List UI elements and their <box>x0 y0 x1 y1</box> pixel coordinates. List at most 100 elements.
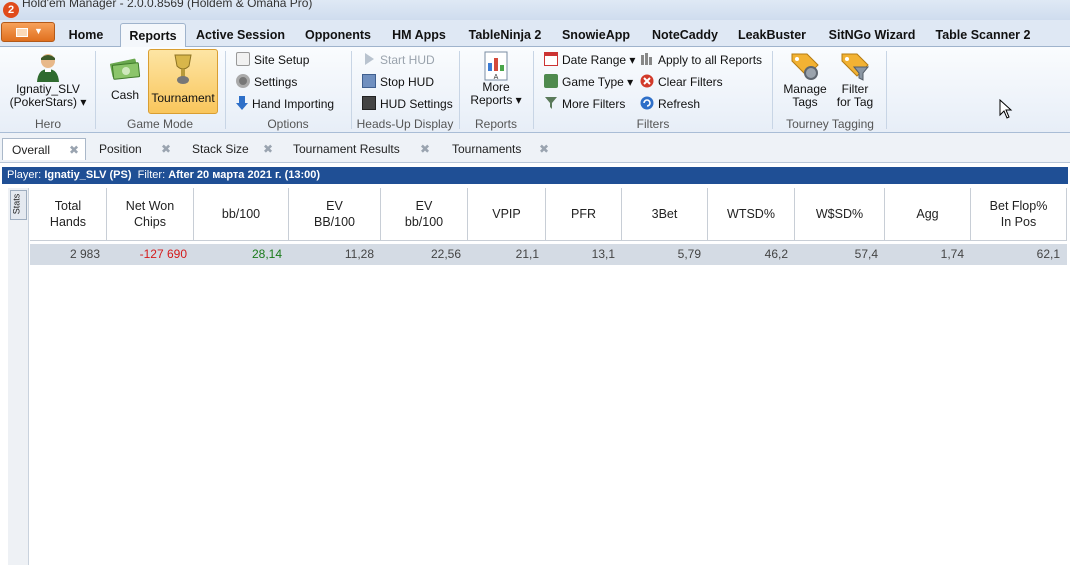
report-tab-tournament-results[interactable]: Tournament Results ✖ <box>284 138 440 160</box>
group-label-reports: Reports <box>474 117 518 131</box>
site-setup-button[interactable]: Site Setup <box>236 51 309 69</box>
player-filter-bar: Player: Ignatiy_SLV (PS) Filter: After 2… <box>2 167 1068 184</box>
filter-for-tag-button[interactable]: Filter for Tag <box>833 51 877 113</box>
column-header-net-won[interactable]: Net Won Chips <box>107 188 194 241</box>
download-arrow-icon <box>236 96 248 110</box>
apply-all-icon <box>640 52 654 66</box>
app-logo-icon: 2 <box>3 2 19 18</box>
group-label-hero: Hero <box>34 117 61 131</box>
settings-button[interactable]: Settings <box>236 73 297 91</box>
table-cell: 62,1 <box>1036 247 1060 261</box>
date-range-button[interactable]: Date Range ▾ <box>544 51 635 69</box>
column-header-wsd[interactable]: W$SD% <box>795 188 885 241</box>
tab-table-scanner[interactable]: Table Scanner 2 <box>934 23 1032 47</box>
tab-notecaddy[interactable]: NoteCaddy <box>648 23 722 47</box>
manage-tags-button[interactable]: Manage Tags <box>779 51 831 113</box>
table-cell: 1,74 <box>940 247 964 261</box>
tab-tableninja[interactable]: TableNinja 2 <box>466 23 544 47</box>
stats-side-tab[interactable]: Stats <box>10 190 27 220</box>
player-avatar-icon <box>37 54 59 82</box>
game-type-button[interactable]: Game Type ▾ <box>544 73 633 91</box>
tag-filter-icon <box>841 53 870 81</box>
window-title: Hold'em Manager - 2.0.0.8569 (Holdem & O… <box>22 0 313 10</box>
cash-button[interactable]: Cash <box>104 51 146 111</box>
apply-all-reports-button[interactable]: Apply to all Reports <box>640 51 762 69</box>
ribbon-tab-bar: ▼ Home Reports Active Session Opponents … <box>0 20 1070 48</box>
play-icon <box>362 52 376 66</box>
cash-icon <box>110 58 141 80</box>
tab-reports[interactable]: Reports <box>120 23 186 48</box>
more-filters-button[interactable]: More Filters <box>544 95 625 113</box>
clear-icon <box>640 74 654 88</box>
hero-site: (PokerStars) ▾ <box>9 95 87 109</box>
tab-leakbuster[interactable]: LeakBuster <box>736 23 808 47</box>
column-header-ev-bb100-small[interactable]: EV bb/100 <box>381 188 468 241</box>
hero-selector-button[interactable]: Ignatiy_SLV (PokerStars) ▾ <box>8 51 88 113</box>
report-tab-tournaments[interactable]: Tournaments ✖ <box>443 138 563 160</box>
column-header-pfr[interactable]: PFR <box>546 188 622 241</box>
column-header-ev-bb100[interactable]: EV BB/100 <box>289 188 381 241</box>
more-reports-button[interactable]: A More Reports ▾ <box>466 51 526 113</box>
table-cell: 28,14 <box>251 247 282 261</box>
table-cell: 57,4 <box>854 247 878 261</box>
column-header-wtsd[interactable]: WTSD% <box>708 188 795 241</box>
group-label-tagging: Tourney Tagging <box>786 117 874 131</box>
hand-importing-button[interactable]: Hand Importing <box>236 95 334 113</box>
stop-hud-button[interactable]: Stop HUD <box>362 73 434 91</box>
hud-settings-button[interactable]: HUD Settings <box>362 95 453 113</box>
separator <box>533 51 534 129</box>
side-panel: Stats <box>8 188 29 565</box>
tab-sitngo-wizard[interactable]: SitNGo Wizard <box>824 23 920 47</box>
report-document-icon: A <box>484 51 508 81</box>
table-cell: 5,79 <box>677 247 701 261</box>
window-icon <box>16 28 28 37</box>
chevron-down-icon: ▼ <box>34 26 43 36</box>
tag-gear-icon <box>791 53 819 80</box>
table-cell: 13,1 <box>591 247 615 261</box>
separator <box>772 51 773 129</box>
tab-snowieapp[interactable]: SnowieApp <box>558 23 634 47</box>
group-label-options: Options <box>267 117 309 131</box>
column-header-total-hands[interactable]: Total Hands <box>30 188 107 241</box>
separator <box>351 51 352 129</box>
table-cell: 2 983 <box>69 247 100 261</box>
manage-tags-label-2: Tags <box>792 95 818 109</box>
table-cell: -127 690 <box>139 247 187 261</box>
tournament-button[interactable]: Tournament <box>148 49 218 114</box>
calendar-icon <box>544 52 558 66</box>
gear-icon <box>236 74 250 88</box>
hud-settings-icon <box>362 96 376 110</box>
column-header-vpip[interactable]: VPIP <box>468 188 546 241</box>
column-header-agg[interactable]: Agg <box>885 188 971 241</box>
table-cell: 21,1 <box>515 247 539 261</box>
application-menu-button[interactable]: ▼ <box>1 22 55 42</box>
column-header-3bet[interactable]: 3Bet <box>622 188 708 241</box>
close-icon[interactable]: ✖ <box>539 138 549 160</box>
table-cell: 11,28 <box>344 247 374 261</box>
report-tab-overall[interactable]: Overall ✖ <box>2 138 86 160</box>
close-icon[interactable]: ✖ <box>161 138 171 160</box>
tab-hm-apps[interactable]: HM Apps <box>388 23 450 47</box>
start-hud-button[interactable]: Start HUD <box>362 51 435 69</box>
site-setup-icon <box>236 52 250 66</box>
clear-filters-button[interactable]: Clear Filters <box>640 73 723 91</box>
close-icon[interactable]: ✖ <box>69 139 79 161</box>
refresh-button[interactable]: Refresh <box>640 95 700 113</box>
column-header-bet-flop-in-pos[interactable]: Bet Flop% In Pos <box>971 188 1067 241</box>
column-header-bb100[interactable]: bb/100 <box>194 188 289 241</box>
report-tab-bar: Overall ✖ Position ✖ Stack Size ✖ Tournamen… <box>0 133 1070 163</box>
tab-active-session[interactable]: Active Session <box>193 23 288 47</box>
cash-label: Cash <box>110 88 139 102</box>
report-tab-position[interactable]: Position ✖ <box>90 138 182 160</box>
separator <box>886 51 887 129</box>
report-tab-stack-size[interactable]: Stack Size ✖ <box>183 138 281 160</box>
table-cell: 46,2 <box>764 247 788 261</box>
filter-for-tag-label-2: for Tag <box>836 95 874 109</box>
close-icon[interactable]: ✖ <box>420 138 430 160</box>
filter-icon <box>544 96 558 110</box>
player-name: Ignatiy_SLV (PS) <box>44 169 132 181</box>
tab-opponents[interactable]: Opponents <box>300 23 376 47</box>
close-icon[interactable]: ✖ <box>263 138 273 160</box>
group-label-hud: Heads-Up Display <box>356 117 454 131</box>
tab-home[interactable]: Home <box>62 23 110 47</box>
